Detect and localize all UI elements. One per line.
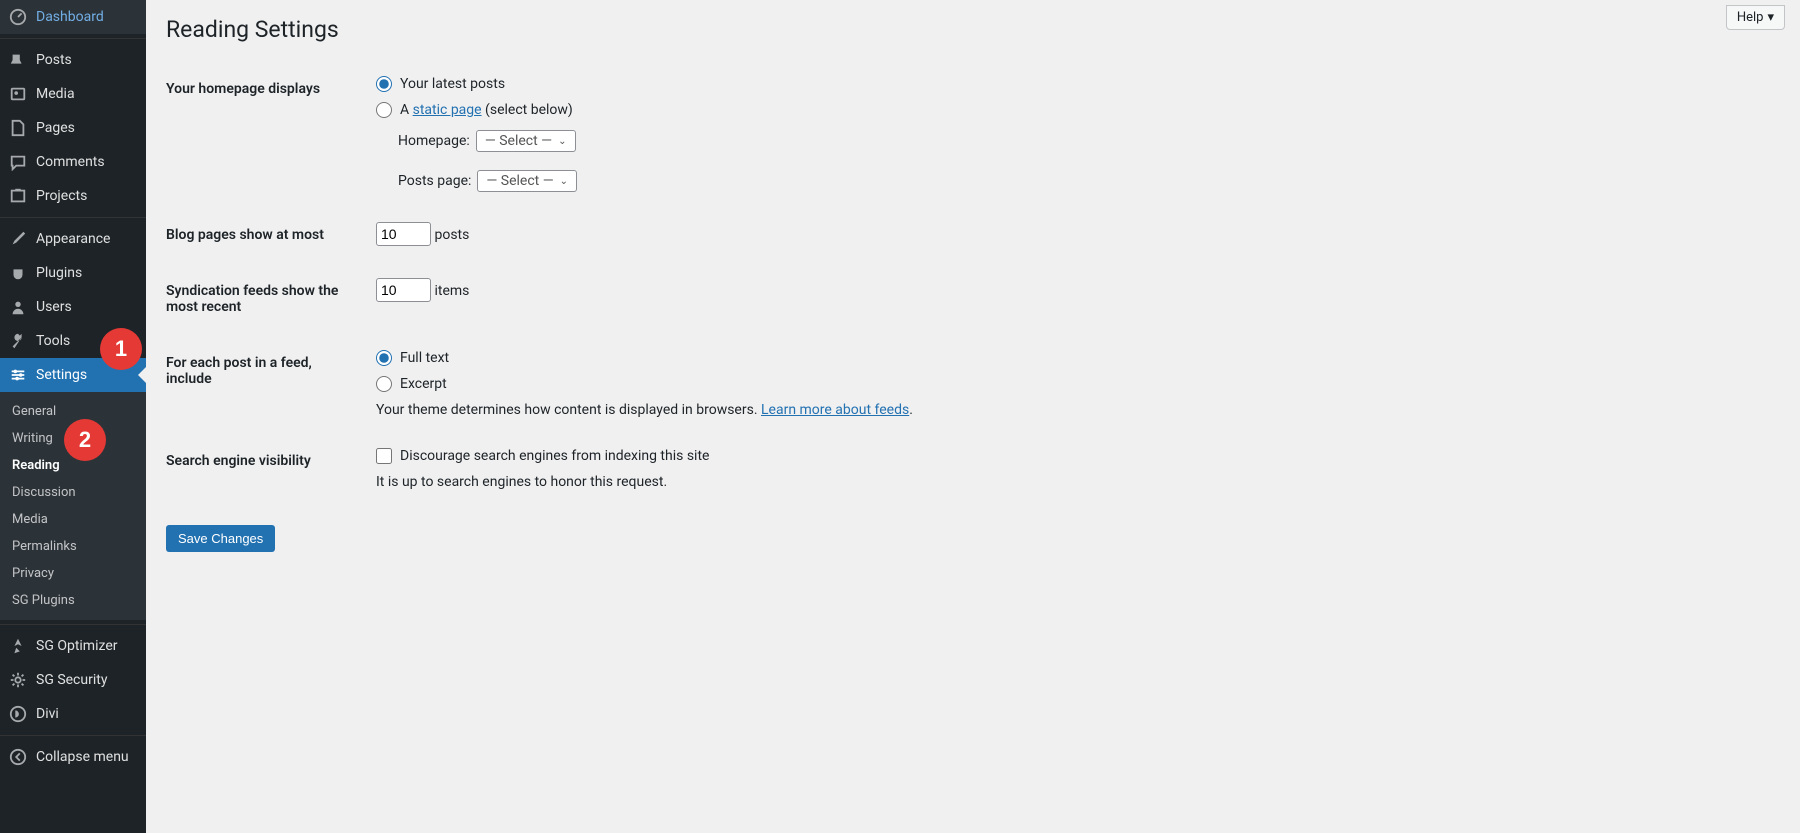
sidebar-label: Collapse menu [36, 749, 129, 765]
wrench-icon [8, 331, 28, 351]
sidebar-item-projects[interactable]: Projects [0, 179, 146, 213]
sidebar-label: Tools [36, 333, 70, 349]
sidebar-label: Plugins [36, 265, 82, 281]
sidebar-label: Dashboard [36, 9, 104, 25]
sidebar-label: Users [36, 299, 72, 315]
settings-form: Your homepage displays Your latest posts… [166, 61, 1780, 505]
sidebar-label: Pages [36, 120, 75, 136]
sidebar-item-sg-security[interactable]: SG Security [0, 663, 146, 697]
sidebar-label: Posts [36, 52, 72, 68]
plug-icon [8, 263, 28, 283]
radio-static-page[interactable] [376, 102, 392, 118]
feed-include-label: For each post in a feed, include [166, 335, 366, 433]
homepage-displays-label: Your homepage displays [166, 61, 366, 207]
radio-static-page-label: A static page (select below) [400, 102, 573, 118]
radio-excerpt-label: Excerpt [400, 376, 447, 392]
posts-page-select-value: — Select — [486, 173, 553, 189]
settings-slider-icon [8, 365, 28, 385]
blog-pages-unit: posts [434, 227, 469, 243]
chevron-down-icon: ⌄ [558, 136, 566, 147]
chevron-down-icon: ⌄ [560, 176, 568, 187]
sidebar-item-plugins[interactable]: Plugins [0, 256, 146, 290]
sidebar-item-divi[interactable]: Divi [0, 697, 146, 731]
posts-page-select-label: Posts page: [398, 173, 471, 189]
checkbox-discourage-label: Discourage search engines from indexing … [400, 448, 709, 464]
submenu-writing[interactable]: Writing [0, 425, 146, 452]
blog-pages-input[interactable] [376, 222, 431, 246]
sidebar-label: SG Optimizer [36, 638, 117, 654]
radio-excerpt[interactable] [376, 376, 392, 392]
main-content: Help ▾ Reading Settings Your homepage di… [146, 0, 1800, 833]
sidebar-label: Media [36, 86, 75, 102]
submenu-reading[interactable]: Reading [0, 452, 146, 479]
admin-sidebar: Dashboard Posts Media Pages Comments Pro… [0, 0, 146, 833]
sidebar-item-comments[interactable]: Comments [0, 145, 146, 179]
chevron-down-icon: ▾ [1767, 10, 1774, 25]
homepage-select-label: Homepage: [398, 133, 470, 149]
radio-full-text-label: Full text [400, 350, 449, 366]
sidebar-item-posts[interactable]: Posts [0, 43, 146, 77]
blog-pages-label: Blog pages show at most [166, 207, 366, 263]
submenu-permalinks[interactable]: Permalinks [0, 533, 146, 560]
sidebar-item-settings[interactable]: Settings [0, 358, 146, 392]
static-page-link[interactable]: static page [413, 102, 482, 118]
search-engine-label: Search engine visibility [166, 433, 366, 505]
help-tab[interactable]: Help ▾ [1726, 5, 1785, 30]
rocket-icon [8, 636, 28, 656]
sidebar-item-pages[interactable]: Pages [0, 111, 146, 145]
page-title: Reading Settings [166, 16, 1780, 43]
homepage-select-value: — Select — [485, 133, 552, 149]
dashboard-icon [8, 7, 28, 27]
brush-icon [8, 229, 28, 249]
radio-latest-posts-label: Your latest posts [400, 76, 505, 92]
feed-learn-more-link[interactable]: Learn more about feeds [761, 402, 909, 418]
help-label: Help [1737, 10, 1764, 25]
page-icon [8, 118, 28, 138]
sidebar-label: Projects [36, 188, 87, 204]
gear-icon [8, 670, 28, 690]
save-button[interactable]: Save Changes [166, 525, 275, 552]
syndication-input[interactable] [376, 278, 431, 302]
sidebar-label: Appearance [36, 231, 110, 247]
search-engine-desc: It is up to search engines to honor this… [376, 474, 1770, 490]
pin-icon [8, 50, 28, 70]
comment-icon [8, 152, 28, 172]
submenu-sg-plugins[interactable]: SG Plugins [0, 587, 146, 614]
submenu-discussion[interactable]: Discussion [0, 479, 146, 506]
sidebar-item-media[interactable]: Media [0, 77, 146, 111]
user-icon [8, 297, 28, 317]
sidebar-item-dashboard[interactable]: Dashboard [0, 0, 146, 34]
sidebar-label: Comments [36, 154, 105, 170]
projects-icon [8, 186, 28, 206]
checkbox-discourage-search[interactable] [376, 448, 392, 464]
sidebar-item-users[interactable]: Users [0, 290, 146, 324]
sidebar-item-sg-optimizer[interactable]: SG Optimizer [0, 629, 146, 663]
sidebar-label: SG Security [36, 672, 107, 688]
sidebar-item-tools[interactable]: Tools [0, 324, 146, 358]
sidebar-collapse[interactable]: Collapse menu [0, 740, 146, 774]
divi-icon [8, 704, 28, 724]
radio-full-text[interactable] [376, 350, 392, 366]
syndication-label: Syndication feeds show the most recent [166, 263, 366, 335]
media-icon [8, 84, 28, 104]
sidebar-item-appearance[interactable]: Appearance [0, 222, 146, 256]
submenu-media[interactable]: Media [0, 506, 146, 533]
submenu-privacy[interactable]: Privacy [0, 560, 146, 587]
sidebar-label: Settings [36, 367, 87, 383]
radio-latest-posts[interactable] [376, 76, 392, 92]
settings-submenu: General Writing Reading Discussion Media… [0, 392, 146, 620]
sidebar-label: Divi [36, 706, 59, 722]
homepage-select[interactable]: — Select — ⌄ [476, 130, 576, 152]
syndication-unit: items [434, 283, 469, 299]
submenu-general[interactable]: General [0, 398, 146, 425]
feed-desc-text: Your theme determines how content is dis… [376, 402, 761, 418]
posts-page-select[interactable]: — Select — ⌄ [477, 170, 577, 192]
collapse-icon [8, 747, 28, 767]
